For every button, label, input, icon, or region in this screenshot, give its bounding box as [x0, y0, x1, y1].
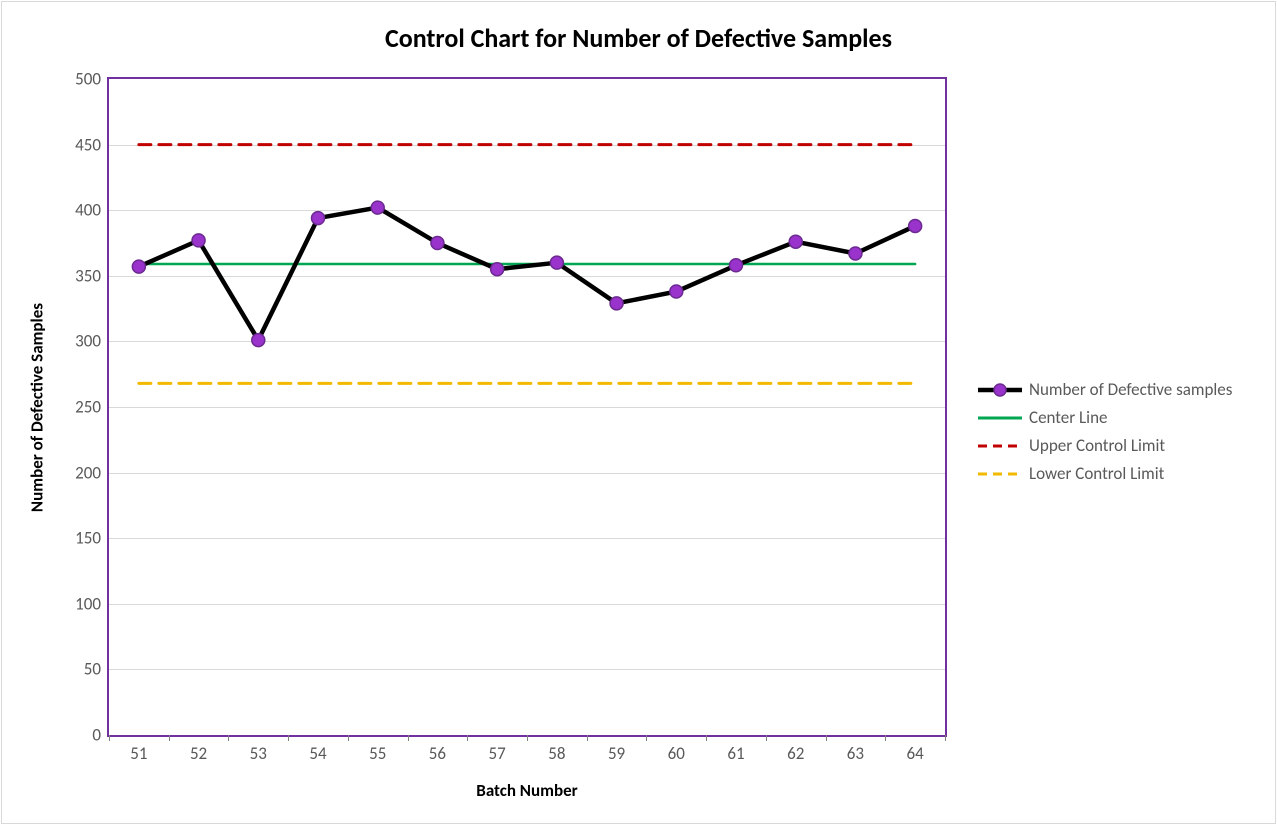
- data-marker: [312, 212, 325, 225]
- x-axis-title: Batch Number: [107, 780, 947, 801]
- x-tick: [109, 735, 110, 741]
- chart-title: Control Chart for Number of Defective Sa…: [2, 22, 1275, 54]
- data-marker: [730, 259, 743, 272]
- x-tick-label: 63: [847, 735, 864, 764]
- y-axis-title: Number of Defective Samples: [27, 288, 48, 528]
- x-tick: [169, 735, 170, 741]
- y-tick-label: 450: [75, 134, 109, 155]
- x-tick-label: 61: [727, 735, 744, 764]
- x-tick: [766, 735, 767, 741]
- x-tick: [945, 735, 946, 741]
- data-marker: [431, 237, 444, 250]
- data-marker: [789, 235, 802, 248]
- legend-label: Upper Control Limit: [1029, 435, 1165, 456]
- legend-label: Number of Defective samples: [1029, 379, 1232, 400]
- x-tick-label: 60: [668, 735, 685, 764]
- y-tick-label: 300: [75, 331, 109, 352]
- chart-frame: Control Chart for Number of Defective Sa…: [1, 1, 1276, 824]
- data-marker: [610, 297, 623, 310]
- y-tick-label: 200: [75, 462, 109, 483]
- y-tick-label: 500: [75, 69, 109, 90]
- x-tick: [228, 735, 229, 741]
- data-marker: [550, 256, 563, 269]
- plot-area: 0501001502002503003504004505005152535455…: [107, 77, 947, 737]
- x-tick-label: 53: [250, 735, 267, 764]
- x-tick-label: 57: [489, 735, 506, 764]
- x-tick-label: 54: [309, 735, 326, 764]
- y-tick-label: 0: [92, 725, 109, 746]
- x-tick: [288, 735, 289, 741]
- x-tick-label: 62: [787, 735, 804, 764]
- x-tick-label: 56: [429, 735, 446, 764]
- legend-item: Lower Control Limit: [977, 463, 1232, 484]
- data-marker: [849, 247, 862, 260]
- x-tick-label: 51: [130, 735, 147, 764]
- data-marker: [371, 201, 384, 214]
- plot-svg: [109, 79, 945, 735]
- legend-item: Number of Defective samples: [977, 379, 1232, 400]
- y-tick-label: 400: [75, 200, 109, 221]
- legend: Number of Defective samples Center Line Up…: [977, 372, 1232, 491]
- x-tick: [527, 735, 528, 741]
- y-tick-label: 250: [75, 397, 109, 418]
- data-marker: [909, 219, 922, 232]
- data-marker: [132, 260, 145, 273]
- y-tick-label: 100: [75, 593, 109, 614]
- x-tick: [646, 735, 647, 741]
- x-tick-label: 52: [190, 735, 207, 764]
- data-marker: [192, 234, 205, 247]
- x-tick: [467, 735, 468, 741]
- data-marker: [491, 263, 504, 276]
- data-marker: [670, 285, 683, 298]
- x-tick: [826, 735, 827, 741]
- y-tick-label: 350: [75, 265, 109, 286]
- x-tick: [348, 735, 349, 741]
- x-tick: [587, 735, 588, 741]
- series-line-data: [139, 208, 915, 341]
- x-tick-label: 64: [907, 735, 924, 764]
- x-tick-label: 55: [369, 735, 386, 764]
- x-tick: [408, 735, 409, 741]
- legend-item: Upper Control Limit: [977, 435, 1232, 456]
- data-marker: [252, 334, 265, 347]
- legend-label: Lower Control Limit: [1029, 463, 1164, 484]
- legend-item: Center Line: [977, 407, 1232, 428]
- x-tick: [885, 735, 886, 741]
- y-tick-label: 50: [84, 659, 109, 680]
- y-tick-label: 150: [75, 528, 109, 549]
- legend-label: Center Line: [1029, 407, 1107, 428]
- x-tick-label: 58: [548, 735, 565, 764]
- x-tick-label: 59: [608, 735, 625, 764]
- x-tick: [706, 735, 707, 741]
